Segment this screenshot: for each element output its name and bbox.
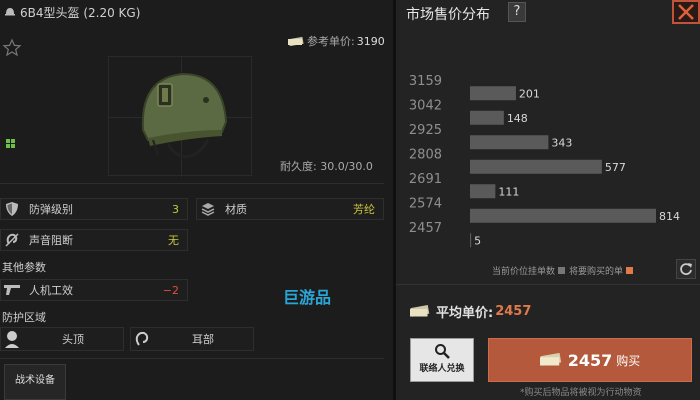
- price-bar: [470, 135, 549, 150]
- price-bar: [470, 208, 656, 223]
- ergonomics-label: 人机工效: [29, 284, 73, 297]
- shield-icon: [1, 198, 23, 220]
- divider: [0, 358, 384, 359]
- item-details-panel: 6B4型头盔 (2.20 KG) 参考单价: 3190 耐久度: 30.0/30…: [0, 0, 393, 400]
- buy-button[interactable]: 2457 购买: [488, 338, 692, 382]
- money-icon: [288, 36, 304, 46]
- y-tick-label: 3042: [409, 99, 442, 114]
- other-params-heading: 其他参数: [2, 261, 46, 274]
- y-tick-label: 3159: [409, 74, 442, 89]
- close-button[interactable]: [672, 0, 700, 24]
- stat-armor-class: 防弹级别 3: [0, 198, 188, 220]
- bar-value-label: 111: [498, 185, 519, 198]
- price-bar: [470, 159, 602, 174]
- y-tick-label: 2925: [409, 123, 442, 138]
- money-icon: [539, 353, 561, 366]
- tactical-equipment-slot[interactable]: 战术设备: [4, 364, 66, 400]
- price-bar: [470, 86, 516, 101]
- legend-buy-label: 将要购买的单: [569, 267, 624, 277]
- average-price-value: 2457: [495, 304, 532, 319]
- price-bar: [470, 184, 496, 199]
- price-distribution-chart: 3159 3042 2925 2808 2691 2574 2457 201 148 343 577…: [409, 74, 680, 248]
- ergonomics-value: −2: [162, 283, 179, 297]
- contact-exchange-label: 联络人兑换: [419, 364, 465, 374]
- help-button[interactable]: ?: [508, 2, 526, 22]
- helmet-small-icon: [5, 8, 15, 16]
- armor-class-value: 3: [172, 202, 179, 216]
- refresh-icon: [680, 263, 692, 275]
- head-silhouette-icon: [5, 331, 19, 348]
- item-title: 6B4型头盔 (2.20 KG): [20, 5, 141, 20]
- zone-head: 头顶: [0, 327, 124, 351]
- buy-label: 购买: [616, 353, 641, 368]
- y-tick-label: 2457: [409, 221, 442, 236]
- tactical-equipment-label: 战术设备: [15, 375, 55, 386]
- material-label: 材质: [225, 203, 247, 216]
- divider: [0, 183, 384, 184]
- noise-reduction-value: 无: [168, 234, 179, 247]
- material-value: 芳纶: [353, 203, 375, 216]
- ear-muted-icon: [1, 229, 23, 251]
- bar-value-label: 577: [605, 161, 626, 174]
- stat-noise-reduction: 声音阻断 无: [0, 229, 188, 251]
- divider: [396, 284, 700, 285]
- price-bar: [470, 233, 472, 248]
- bar-value-label: 343: [551, 136, 572, 149]
- grid-size-icon: [6, 139, 15, 148]
- money-icon: [410, 305, 430, 317]
- reference-price: 参考单价: 3190: [288, 33, 385, 49]
- durability-text: 耐久度: 30.0/30.0: [280, 160, 373, 173]
- zone-ears: 耳部: [130, 327, 254, 351]
- legend-current-swatch: [558, 267, 566, 274]
- gun-icon: [1, 279, 23, 301]
- magnifier-icon: [435, 344, 450, 359]
- ref-price-value: 3190: [356, 34, 385, 48]
- market-panel: 市场售价分布 ? 3159 3042 2925 2808 2691 2574 2457 201…: [396, 0, 700, 400]
- favorite-star-icon[interactable]: [2, 38, 22, 58]
- bar-value-label: 814: [659, 210, 680, 223]
- ref-price-label: 参考单价:: [307, 35, 355, 48]
- ear-icon: [135, 331, 149, 346]
- noise-reduction-label: 声音阻断: [29, 234, 73, 247]
- y-tick-label: 2691: [409, 172, 442, 187]
- price-bar: [470, 110, 504, 125]
- armor-class-label: 防弹级别: [29, 203, 73, 216]
- stat-ergonomics: 人机工效 −2: [0, 279, 188, 301]
- zone-head-label: 头顶: [62, 333, 84, 346]
- watermark-logo: 巨游品: [283, 288, 332, 307]
- legend-buy-swatch: [626, 267, 634, 274]
- y-tick-label: 2808: [409, 148, 442, 163]
- refresh-button[interactable]: [676, 259, 696, 279]
- bar-value-label: 201: [519, 87, 540, 100]
- average-price: 平均单价: 2457: [410, 302, 531, 321]
- stat-material: 材质 芳纶: [196, 198, 384, 220]
- purchase-note: *购买后物品将被视为行动物资: [520, 388, 642, 398]
- legend-current-label: 当前价位挂单数: [492, 267, 556, 277]
- buy-price: 2457: [567, 350, 613, 370]
- close-icon: [678, 4, 694, 20]
- market-title: 市场售价分布: [406, 7, 490, 23]
- average-price-label: 平均单价:: [436, 306, 494, 321]
- zone-ears-label: 耳部: [192, 333, 214, 346]
- material-icon: [197, 198, 219, 220]
- bar-value-label: 5: [474, 234, 481, 247]
- y-tick-label: 2574: [409, 197, 442, 212]
- contact-exchange-button[interactable]: 联络人兑换: [410, 338, 474, 382]
- chart-legend: 当前价位挂单数 将要购买的单: [492, 264, 637, 277]
- item-title-row: 6B4型头盔 (2.20 KG): [4, 4, 140, 20]
- helmet-image: [141, 72, 228, 159]
- protection-zone-heading: 防护区域: [2, 311, 46, 324]
- bar-value-label: 148: [507, 112, 528, 125]
